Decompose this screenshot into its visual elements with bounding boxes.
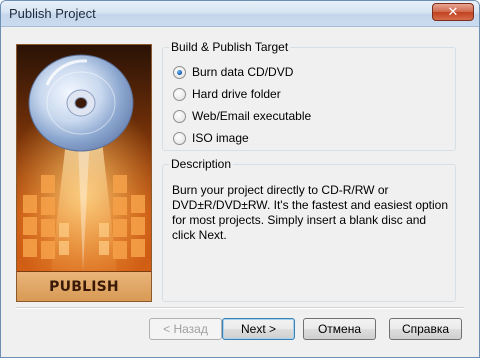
- radio-label: Burn data CD/DVD: [192, 65, 294, 79]
- description-group: Description Burn your project directly t…: [162, 157, 456, 302]
- description-group-label: Description: [169, 157, 234, 171]
- cancel-button[interactable]: Отмена: [303, 318, 376, 340]
- radio-label: Hard drive folder: [192, 87, 281, 101]
- radio-label: ISO image: [192, 131, 249, 145]
- radio-button[interactable]: [173, 131, 186, 145]
- radio-iso-image[interactable]: ISO image: [173, 130, 249, 146]
- radio-label: Web/Email executable: [192, 109, 312, 123]
- close-button[interactable]: ✕: [432, 3, 474, 21]
- radio-button[interactable]: [173, 109, 186, 123]
- next-button[interactable]: Next >: [222, 318, 295, 340]
- publish-artwork: PUBLISH PROJECT: [16, 44, 152, 302]
- radio-button-checked[interactable]: [173, 65, 186, 79]
- radio-hard-drive-folder[interactable]: Hard drive folder: [173, 86, 281, 102]
- close-icon: ✕: [447, 4, 459, 19]
- radio-burn-cd-dvd[interactable]: Burn data CD/DVD: [173, 64, 293, 80]
- build-publish-target-group: Build & Publish Target Burn data CD/DVD …: [162, 40, 456, 151]
- radio-button[interactable]: [173, 87, 186, 101]
- back-button[interactable]: < Назад: [149, 318, 222, 340]
- dialog-body: PUBLISH PROJECT Build & Publish Target B…: [1, 28, 479, 357]
- publish-project-dialog: Publish Project ✕ PUBLISH Build & Publis…: [0, 0, 480, 358]
- help-button[interactable]: Справка: [389, 318, 462, 340]
- radio-web-email-executable[interactable]: Web/Email executable: [173, 108, 311, 124]
- description-text: Burn your project directly to CD-R/RW or…: [172, 183, 449, 242]
- title-bar[interactable]: Publish Project ✕: [1, 1, 479, 27]
- button-separator: [16, 307, 464, 309]
- target-group-label: Build & Publish Target: [169, 40, 291, 54]
- disc-icon: [17, 54, 151, 271]
- artwork-caption: PUBLISH PROJECT: [17, 271, 151, 301]
- window-title: Publish Project: [9, 6, 96, 21]
